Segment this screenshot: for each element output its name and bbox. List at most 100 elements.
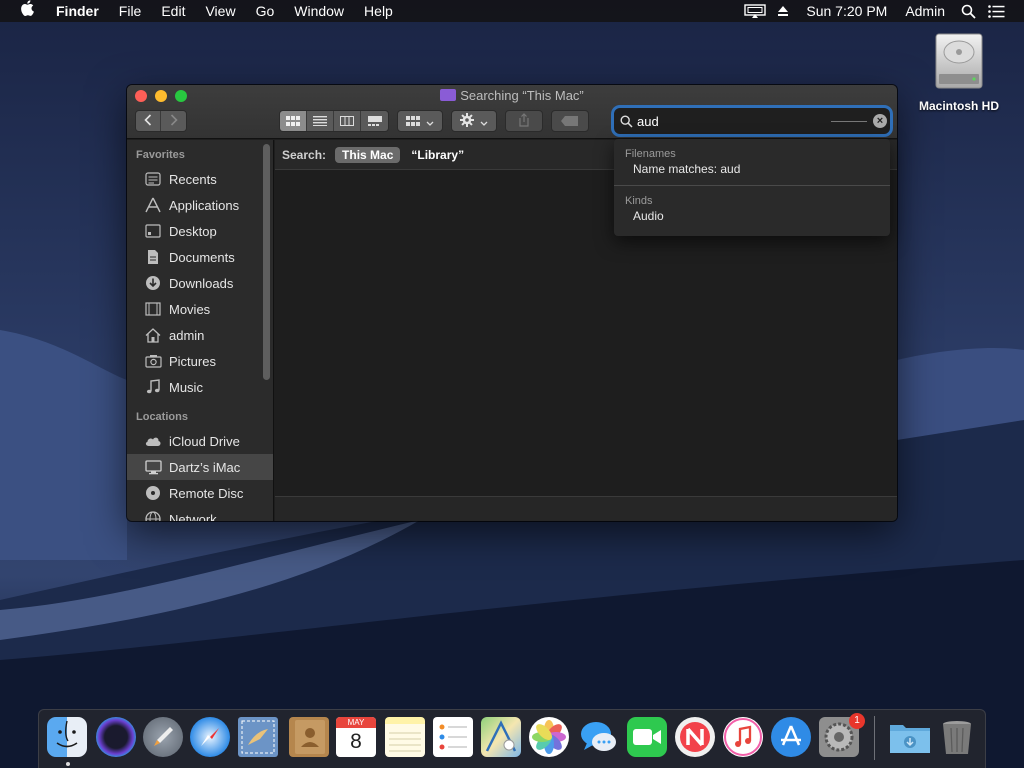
safari-icon[interactable] [190,717,230,757]
sidebar-item-remote-disc[interactable]: Remote Disc [127,480,273,506]
home-icon [144,327,162,343]
siri-icon[interactable] [96,717,136,757]
messages-icon[interactable] [579,717,619,757]
scope-library-button[interactable]: “Library” [411,148,464,162]
suggestions-filenames-header: Filenames [625,148,676,160]
sidebar-item-applications[interactable]: Applications [127,192,273,218]
notification-center-icon[interactable] [982,0,1010,22]
spotlight-icon[interactable] [954,0,982,22]
sidebar-locations-header: Locations [136,411,188,423]
smart-folder-icon [440,89,457,101]
eject-icon[interactable] [769,0,797,22]
sidebar-favorites-header: Favorites [136,149,185,161]
suggestion-name-matches[interactable]: Name matches: aud [614,161,890,178]
suggestions-kinds-header: Kinds [625,195,653,207]
sidebar-item-label: Desktop [169,223,217,239]
icloud-icon [144,433,162,449]
dock: MAY 8 1 [38,709,986,768]
sidebar-item-movies[interactable]: Movies [127,296,273,322]
gear-icon [460,112,474,130]
finder-icon[interactable] [47,717,87,757]
news-icon[interactable] [675,717,715,757]
menu-bar: Finder File Edit View Go Window Help Sun… [0,0,1024,22]
chevron-left-icon [144,113,152,129]
menu-help[interactable]: Help [354,0,403,22]
list-icon [313,114,327,129]
sidebar-item-pictures[interactable]: Pictures [127,348,273,374]
search-suggestions-menu: Filenames Name matches: aud Kinds Audio [614,139,890,236]
itunes-icon[interactable] [723,717,763,757]
forward-button[interactable] [161,111,186,131]
applications-icon [144,197,162,213]
icon-view-button[interactable] [280,111,307,131]
calendar-day: 8 [350,730,362,753]
suggestion-kind-audio[interactable]: Audio [614,208,890,225]
sidebar-item-recents[interactable]: Recents [127,166,273,192]
facetime-icon[interactable] [627,717,667,757]
chevron-down-icon [426,114,434,129]
status-bar [275,496,897,521]
trash-icon[interactable] [937,717,977,757]
calendar-icon[interactable]: MAY 8 [336,717,376,757]
sidebar-item-documents[interactable]: Documents [127,244,273,270]
sidebar-item-icloud-drive[interactable]: iCloud Drive [127,428,273,454]
list-view-button[interactable] [307,111,334,131]
menu-go[interactable]: Go [246,0,285,22]
menu-view[interactable]: View [195,0,245,22]
sidebar-item-label: Pictures [169,353,216,369]
group-by-button[interactable] [397,110,443,132]
maps-icon[interactable] [481,717,521,757]
clear-search-icon[interactable]: × [873,114,887,128]
sidebar-item-label: Applications [169,197,240,213]
music-icon [144,379,162,395]
sidebar-item-dartz-imac[interactable]: Dartz’s iMac [127,454,273,480]
edit-tags-button[interactable] [551,110,589,132]
icon-grid-icon [286,114,300,129]
scope-this-mac-button[interactable]: This Mac [335,146,401,163]
notification-badge: 1 [849,713,865,729]
contacts-icon[interactable] [289,717,329,757]
view-mode-control [279,110,389,132]
menubar-user[interactable]: Admin [896,0,954,22]
network-icon [144,511,162,521]
reminders-icon[interactable] [433,717,473,757]
share-button[interactable] [505,110,543,132]
system-preferences-icon[interactable]: 1 [819,713,865,757]
window-title-text: Searching “This Mac” [460,88,584,103]
menu-edit[interactable]: Edit [151,0,195,22]
recents-icon [144,171,162,187]
notes-icon[interactable] [385,717,425,757]
sidebar-item-desktop[interactable]: Desktop [127,218,273,244]
search-divider [831,120,867,122]
menubar-clock[interactable]: Sun 7:20 PM [797,0,896,22]
search-field[interactable]: × [614,108,890,134]
column-view-button[interactable] [334,111,361,131]
apple-menu-icon[interactable] [0,0,46,22]
scope-label: Search: [282,147,327,162]
launchpad-icon[interactable] [143,717,183,757]
imac-icon [144,459,162,475]
sidebar: Favorites Recents Applications Desktop D… [127,140,274,521]
desktop-macintosh-hd[interactable]: Macintosh HD [912,30,1006,113]
action-menu-button[interactable] [451,110,497,132]
gallery-view-button[interactable] [361,111,388,131]
menu-window[interactable]: Window [284,0,354,22]
sidebar-item-music[interactable]: Music [127,374,273,400]
mail-icon[interactable] [238,717,278,757]
sidebar-item-label: Recents [169,171,217,187]
search-input[interactable] [637,113,827,129]
back-button[interactable] [136,111,161,131]
sidebar-scrollbar[interactable] [263,144,270,380]
photos-icon[interactable] [529,717,569,757]
downloads-folder-icon[interactable] [888,717,930,757]
airplay-display-icon[interactable] [741,0,769,22]
gallery-icon [367,114,382,129]
menu-file[interactable]: File [109,0,152,22]
app-store-icon[interactable] [771,717,811,757]
sidebar-item-admin[interactable]: admin [127,322,273,348]
sidebar-item-downloads[interactable]: Downloads [127,270,273,296]
sidebar-item-network[interactable]: Network [127,506,273,521]
desktop-drive-label: Macintosh HD [918,99,999,113]
tag-icon [561,114,579,129]
app-menu-finder[interactable]: Finder [46,0,109,22]
